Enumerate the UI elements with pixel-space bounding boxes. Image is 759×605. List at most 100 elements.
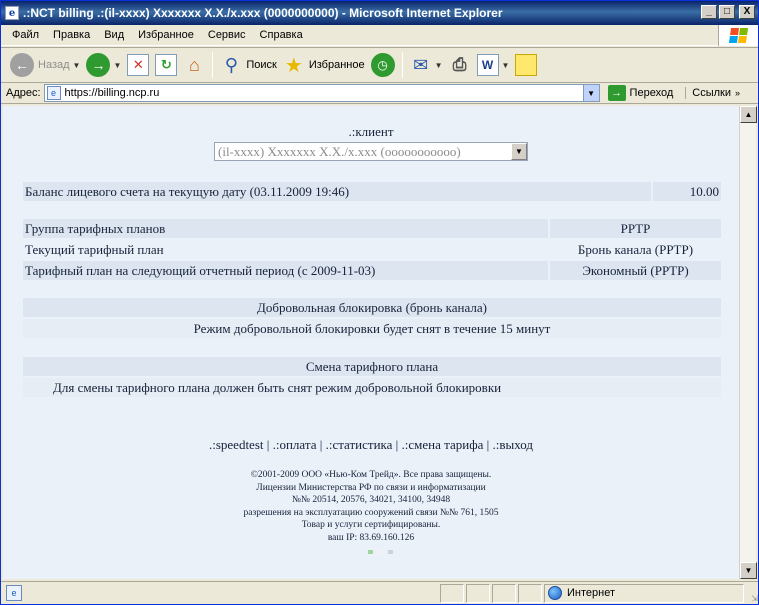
menu-favorites[interactable]: Избранное: [131, 29, 201, 41]
tariff-current-label: Текущий тарифный план: [23, 240, 548, 259]
decorative-dots: [368, 550, 393, 554]
tariff-next-value: Экономный (PPTP): [550, 261, 721, 280]
change-section-text: Для смены тарифного плана должен быть сн…: [23, 378, 721, 397]
refresh-button[interactable]: ↻: [152, 50, 180, 80]
history-button[interactable]: ◷: [368, 50, 398, 80]
menu-edit[interactable]: Правка: [46, 29, 97, 41]
menu-help[interactable]: Справка: [253, 29, 310, 41]
footer-permits: разрешения на эксплуатацию сооружений св…: [243, 507, 499, 518]
page-status-icon: e: [6, 585, 22, 601]
toolbar-separator: [212, 52, 214, 78]
nav-separator: |: [266, 437, 270, 452]
stop-button[interactable]: ✕: [124, 50, 152, 80]
nav-link-change-tariff[interactable]: .:смена тарифа: [402, 437, 484, 452]
block-section-text: Режим добровольной блокировки будет снят…: [23, 319, 721, 338]
back-button[interactable]: ← Назад ▼: [7, 50, 83, 80]
page-content: .:клиент (il-xxxx) Xxxxxxx X.X./x.xxx (o…: [3, 106, 739, 579]
toolbar: ← Назад ▼ → ▼ ✕ ↻ ⌂ ⚲ Поиск ★ Избранное …: [1, 47, 758, 83]
print-icon: ⎙: [452, 55, 467, 74]
search-label: Поиск: [246, 59, 277, 71]
status-cells: Интернет ⇲: [438, 583, 758, 603]
dot-icon: [368, 550, 373, 554]
security-zone[interactable]: Интернет: [544, 583, 744, 603]
favorites-button[interactable]: ★ Избранное: [280, 50, 368, 80]
balance-row: Баланс лицевого счета на текущую дату (0…: [23, 182, 721, 201]
go-label: Переход: [629, 87, 674, 99]
links-button[interactable]: Ссылки »: [685, 87, 740, 99]
client-label: .:клиент: [348, 124, 394, 139]
minimize-button[interactable]: _: [701, 5, 717, 19]
edit-button[interactable]: W ▼: [474, 50, 513, 80]
footer-license-numbers: №№ 20514, 20576, 34021, 34100, 34948: [291, 495, 451, 505]
menu-view[interactable]: Вид: [97, 29, 131, 41]
tariff-next-label: Тарифный план на следующий отчетный пери…: [23, 261, 548, 280]
footer-certified: Товар и услуги сертифицированы.: [301, 520, 441, 530]
links-label: Ссылки: [692, 87, 731, 99]
resize-grip-icon[interactable]: ⇲: [744, 584, 758, 603]
nav-separator: |: [486, 437, 490, 452]
nav-link-statistics[interactable]: .:статистика: [326, 437, 393, 452]
address-input[interactable]: e https://billing.ncp.ru ▼: [43, 84, 600, 102]
tariff-row-group: Группа тарифных планов PPTP: [23, 219, 721, 238]
status-cell: [466, 583, 490, 603]
discuss-button[interactable]: [512, 50, 540, 80]
title-bar[interactable]: e .:NCT billing .:(il-xxxx) Xxxxxxx X.X.…: [1, 1, 758, 25]
scroll-up-icon[interactable]: ▲: [740, 106, 757, 123]
status-cell: [518, 583, 542, 603]
zone-label: Интернет: [567, 587, 615, 599]
search-button[interactable]: ⚲ Поиск: [217, 50, 279, 80]
forward-button[interactable]: → ▼: [83, 50, 124, 80]
nav-link-payment[interactable]: .:оплата: [273, 437, 317, 452]
edit-dropdown-icon[interactable]: ▼: [502, 61, 510, 70]
footer-license: Лицензии Министерства РФ по связи и инфо…: [256, 482, 486, 493]
close-button[interactable]: X: [739, 5, 755, 19]
globe-icon: [548, 586, 562, 600]
vertical-scrollbar[interactable]: ▲ ▼: [739, 106, 757, 579]
back-dropdown-icon[interactable]: ▼: [73, 61, 81, 70]
tariff-current-value: Бронь канала (PPTP): [550, 240, 721, 259]
client-select[interactable]: (il-xxxx) Xxxxxxx X.X./x.xxx (oooooooooo…: [214, 142, 528, 161]
page-icon: e: [46, 86, 61, 100]
forward-arrow-icon: →: [86, 53, 111, 77]
word-icon: W: [476, 54, 499, 76]
change-section-title: Смена тарифного плана: [23, 357, 721, 376]
mail-button[interactable]: ✉ ▼: [407, 50, 446, 80]
go-button[interactable]: → Переход: [607, 85, 674, 101]
block-section-title: Добровольная блокировка (бронь канала): [23, 298, 721, 317]
footer: ©2001-2009 ООО «Нью-Ком Трейд». Все прав…: [3, 469, 739, 544]
dot-icon: [388, 550, 393, 554]
note-icon: [515, 54, 538, 76]
footer-copyright: ©2001-2009 ООО «Нью-Ком Трейд». Все прав…: [250, 470, 492, 480]
status-cell: [440, 583, 464, 603]
forward-dropdown-icon[interactable]: ▼: [113, 61, 121, 70]
nav-link-exit[interactable]: .:выход: [493, 437, 533, 452]
status-bar: e Интернет ⇲: [1, 581, 758, 604]
home-button[interactable]: ⌂: [180, 50, 208, 80]
tariff-group-label: Группа тарифных планов: [23, 219, 548, 238]
tariff-row-current: Текущий тарифный план Бронь канала (PPTP…: [23, 240, 721, 259]
menu-tools[interactable]: Сервис: [201, 29, 253, 41]
print-button[interactable]: ⎙: [446, 50, 474, 80]
address-dropdown-icon[interactable]: ▼: [582, 85, 599, 101]
go-arrow-icon: →: [607, 85, 626, 101]
scroll-down-icon[interactable]: ▼: [740, 562, 757, 579]
nav-separator: |: [319, 437, 323, 452]
balance-value: 10.00: [653, 182, 721, 201]
dot-icon: [378, 550, 383, 554]
address-label: Адрес:: [6, 87, 41, 99]
window-title: .:NCT billing .:(il-xxxx) Xxxxxxx X.X./x…: [23, 6, 503, 20]
maximize-button[interactable]: □: [719, 5, 735, 19]
chevron-down-icon[interactable]: ▼: [511, 143, 527, 160]
nav-separator: |: [395, 437, 399, 452]
tariff-group-value: PPTP: [550, 219, 721, 238]
mail-dropdown-icon[interactable]: ▼: [435, 61, 443, 70]
address-bar: Адрес: e https://billing.ncp.ru ▼ → Пере…: [1, 83, 758, 104]
tariff-row-next: Тарифный план на следующий отчетный пери…: [23, 261, 721, 280]
toolbar-separator: [401, 52, 403, 78]
address-url: https://billing.ncp.ru: [64, 87, 160, 99]
nav-link-speedtest[interactable]: .:speedtest: [209, 437, 264, 452]
home-icon: ⌂: [188, 54, 200, 75]
back-arrow-icon: ←: [10, 53, 34, 77]
menu-file[interactable]: Файл: [5, 29, 46, 41]
windows-logo: [718, 25, 758, 46]
